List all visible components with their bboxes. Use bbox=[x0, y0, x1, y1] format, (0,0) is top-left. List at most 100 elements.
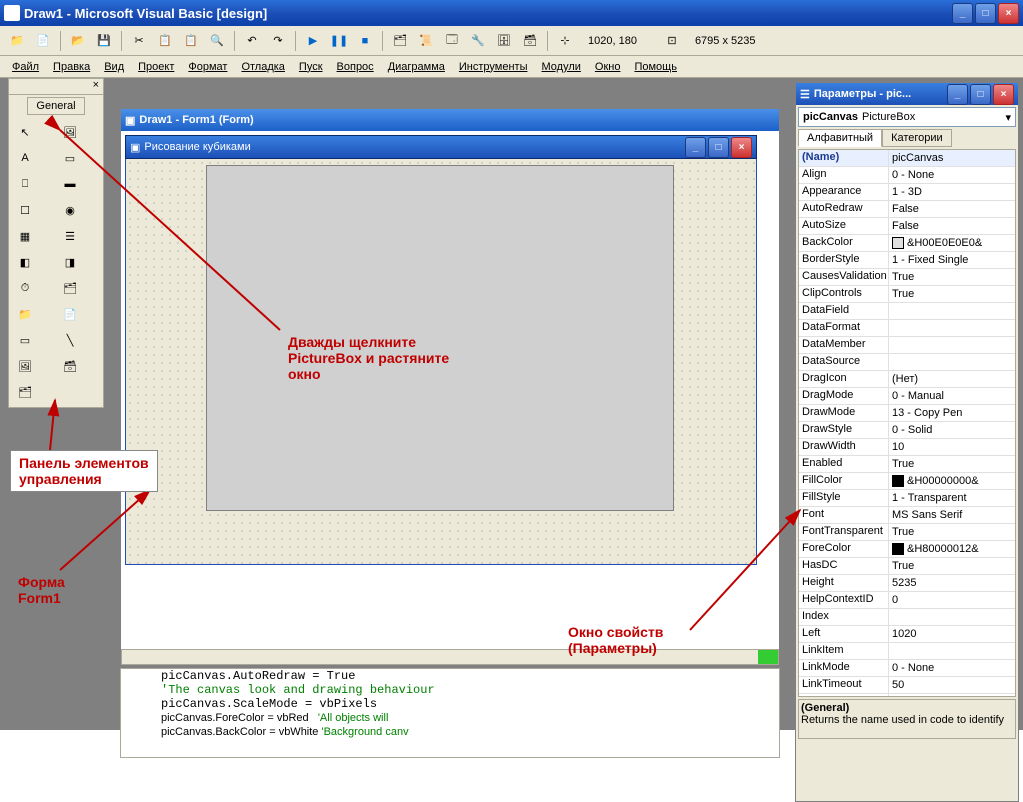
copy-icon[interactable]: 📋 bbox=[154, 30, 176, 52]
addform-icon[interactable]: 📄 bbox=[32, 30, 54, 52]
prop-row[interactable]: DrawStyle0 - Solid bbox=[799, 422, 1015, 439]
menu-пуск[interactable]: Пуск bbox=[293, 59, 329, 75]
menu-формат[interactable]: Формат bbox=[182, 59, 233, 75]
prop-row[interactable]: LinkMode0 - None bbox=[799, 660, 1015, 677]
explorer-icon[interactable]: 🗂 bbox=[389, 30, 411, 52]
menu-модули[interactable]: Модули bbox=[535, 59, 586, 75]
prop-row[interactable]: LinkItem bbox=[799, 643, 1015, 660]
toolbox-item-0[interactable]: ↖ bbox=[13, 121, 37, 143]
toolbox-item-12[interactable]: ⏱ bbox=[13, 277, 37, 299]
prop-row[interactable]: (Name)picCanvas bbox=[799, 150, 1015, 167]
prop-row[interactable]: BackColor&H00E0E0E0& bbox=[799, 235, 1015, 252]
props-close-button[interactable]: × bbox=[993, 84, 1014, 105]
prop-row[interactable]: DataFormat bbox=[799, 320, 1015, 337]
toolbox-item-11[interactable]: ◨ bbox=[58, 251, 82, 273]
run-icon[interactable]: ▶ bbox=[302, 30, 324, 52]
toolbox-item-15[interactable]: 📄 bbox=[58, 303, 82, 325]
stop-icon[interactable]: ■ bbox=[354, 30, 376, 52]
prop-row[interactable]: HasDCTrue bbox=[799, 558, 1015, 575]
prop-row[interactable]: BorderStyle1 - Fixed Single bbox=[799, 252, 1015, 269]
minimize-button[interactable]: _ bbox=[952, 3, 973, 24]
obj-icon[interactable]: 🔧 bbox=[467, 30, 489, 52]
prop-row[interactable]: DataSource bbox=[799, 354, 1015, 371]
property-grid[interactable]: (Name)picCanvasAlign0 - NoneAppearance1 … bbox=[798, 149, 1016, 697]
toolbox-tab[interactable]: General bbox=[27, 97, 84, 115]
props-max-button[interactable]: □ bbox=[970, 84, 991, 105]
toolbox-item-20[interactable]: 🗂 bbox=[13, 381, 37, 403]
tab-alphabetic[interactable]: Алфавитный bbox=[798, 129, 882, 147]
prop-row[interactable]: Index bbox=[799, 609, 1015, 626]
toolbox-item-7[interactable]: ◉ bbox=[58, 199, 82, 221]
toolbox-item-2[interactable]: A bbox=[13, 147, 37, 169]
toolbox-item-17[interactable]: ╲ bbox=[58, 329, 82, 351]
prop-row[interactable]: DataField bbox=[799, 303, 1015, 320]
prop-row[interactable]: LinkTimeout50 bbox=[799, 677, 1015, 694]
data-icon[interactable]: 🗄 bbox=[493, 30, 515, 52]
tab-categorized[interactable]: Категории bbox=[882, 129, 952, 147]
toolbox-item-1[interactable]: 🖼 bbox=[58, 121, 82, 143]
menu-окно[interactable]: Окно bbox=[589, 59, 627, 75]
props-min-button[interactable]: _ bbox=[947, 84, 968, 105]
prop-row[interactable]: FontMS Sans Serif bbox=[799, 507, 1015, 524]
pause-icon[interactable]: ❚❚ bbox=[328, 30, 350, 52]
cut-icon[interactable]: ✂ bbox=[128, 30, 150, 52]
form-max-button[interactable]: □ bbox=[708, 137, 729, 158]
code-window[interactable]: picCanvas.AutoRedraw = True 'The canvas … bbox=[120, 668, 780, 758]
menu-вопрос[interactable]: Вопрос bbox=[331, 59, 380, 75]
prop-row[interactable]: DragIcon(Нет) bbox=[799, 371, 1015, 388]
prop-row[interactable]: LinkTopic bbox=[799, 694, 1015, 697]
toolbox-item-10[interactable]: ◧ bbox=[13, 251, 37, 273]
prop-row[interactable]: AutoRedrawFalse bbox=[799, 201, 1015, 218]
toolbox-item-18[interactable]: 🖼 bbox=[13, 355, 37, 377]
menu-вид[interactable]: Вид bbox=[98, 59, 130, 75]
form-min-button[interactable]: _ bbox=[685, 137, 706, 158]
prop-row[interactable]: ForeColor&H80000012& bbox=[799, 541, 1015, 558]
toolbox-item-8[interactable]: ▦ bbox=[13, 225, 37, 247]
maximize-button[interactable]: □ bbox=[975, 3, 996, 24]
prop-row[interactable]: ClipControlsTrue bbox=[799, 286, 1015, 303]
prop-row[interactable]: FillStyle1 - Transparent bbox=[799, 490, 1015, 507]
menu-диаграмма[interactable]: Диаграмма bbox=[382, 59, 451, 75]
close-button[interactable]: × bbox=[998, 3, 1019, 24]
toolbox-close-icon[interactable]: × bbox=[9, 79, 103, 95]
prop-row[interactable]: DrawWidth10 bbox=[799, 439, 1015, 456]
addproject-icon[interactable]: 📁 bbox=[6, 30, 28, 52]
prop-row[interactable]: Height5235 bbox=[799, 575, 1015, 592]
prop-row[interactable]: DataMember bbox=[799, 337, 1015, 354]
find-icon[interactable]: 🔍 bbox=[206, 30, 228, 52]
prop-row[interactable]: DrawMode13 - Copy Pen bbox=[799, 405, 1015, 422]
menu-инструменты[interactable]: Инструменты bbox=[453, 59, 534, 75]
redo-icon[interactable]: ↷ bbox=[267, 30, 289, 52]
toolbox-item-3[interactable]: ▭ bbox=[58, 147, 82, 169]
open-icon[interactable]: 📂 bbox=[67, 30, 89, 52]
layout-icon[interactable]: 🗔 bbox=[441, 30, 463, 52]
prop-row[interactable]: FontTransparentTrue bbox=[799, 524, 1015, 541]
menu-проект[interactable]: Проект bbox=[132, 59, 180, 75]
h-scrollbar[interactable] bbox=[121, 649, 779, 665]
save-icon[interactable]: 💾 bbox=[93, 30, 115, 52]
prop-row[interactable]: Left1020 bbox=[799, 626, 1015, 643]
prop-row[interactable]: EnabledTrue bbox=[799, 456, 1015, 473]
toolbox-item-19[interactable]: 🗃 bbox=[58, 355, 82, 377]
prop-row[interactable]: DragMode0 - Manual bbox=[799, 388, 1015, 405]
toolbox-item-14[interactable]: 📁 bbox=[13, 303, 37, 325]
prop-row[interactable]: AutoSizeFalse bbox=[799, 218, 1015, 235]
toolbox-item-5[interactable]: ▬ bbox=[58, 173, 82, 195]
prop-row[interactable]: Align0 - None bbox=[799, 167, 1015, 184]
prop-row[interactable]: FillColor&H00000000& bbox=[799, 473, 1015, 490]
menu-отладка[interactable]: Отладка bbox=[235, 59, 290, 75]
toolbox-item-13[interactable]: 🗂 bbox=[58, 277, 82, 299]
undo-icon[interactable]: ↶ bbox=[241, 30, 263, 52]
prop-row[interactable]: HelpContextID0 bbox=[799, 592, 1015, 609]
paste-icon[interactable]: 📋 bbox=[180, 30, 202, 52]
menu-файл[interactable]: Файл bbox=[6, 59, 45, 75]
menu-помощь[interactable]: Помощь bbox=[628, 59, 683, 75]
prop-row[interactable]: CausesValidationTrue bbox=[799, 269, 1015, 286]
form-close-button[interactable]: × bbox=[731, 137, 752, 158]
toolbox-item-16[interactable]: ▭ bbox=[13, 329, 37, 351]
db-icon[interactable]: 🗃 bbox=[519, 30, 541, 52]
toolbox-item-9[interactable]: ☰ bbox=[58, 225, 82, 247]
toolbox-item-6[interactable]: ☐ bbox=[13, 199, 37, 221]
menu-правка[interactable]: Правка bbox=[47, 59, 96, 75]
toolbox-item-4[interactable]: ⎕ bbox=[13, 173, 37, 195]
